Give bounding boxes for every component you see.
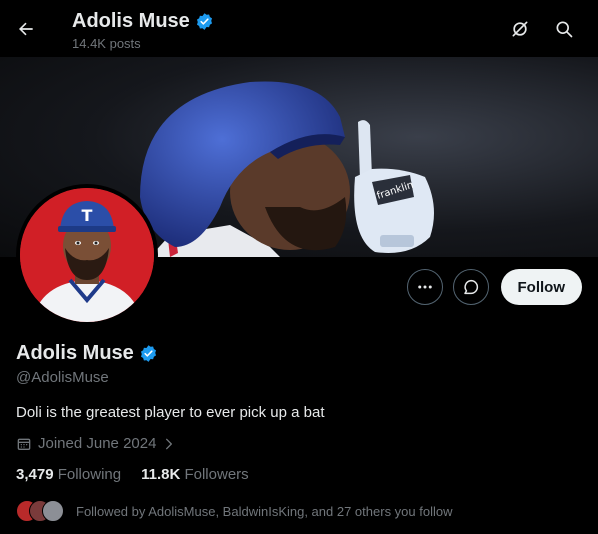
avatar-image: T [20, 188, 154, 322]
post-count: 14.4K posts [72, 36, 141, 51]
header-name: Adolis Muse [72, 10, 190, 32]
verified-badge-icon[interactable] [139, 344, 158, 363]
arrow-left-icon [19, 22, 33, 36]
profile-handle: @AdolisMuse [16, 369, 109, 386]
joined-label: Joined June 2024 [38, 435, 157, 452]
follow-stats: 3,479 Following 11.8K Followers [16, 466, 582, 483]
more-button[interactable] [406, 269, 443, 305]
more-icon [417, 285, 432, 289]
mutual-avatars [16, 500, 64, 522]
following-label: Following [57, 466, 122, 483]
followers-link[interactable]: 11.8K Followers [141, 466, 249, 483]
grok-button[interactable] [509, 18, 531, 40]
profile-name: Adolis Muse [16, 342, 134, 364]
followers-label: Followers [184, 466, 249, 483]
followers-count: 11.8K [141, 466, 181, 483]
back-button[interactable] [12, 15, 40, 43]
profile-info: Adolis Muse @AdolisMuse Doli is the grea… [16, 342, 582, 522]
search-button[interactable] [553, 18, 575, 40]
following-count: 3,479 [16, 466, 54, 483]
followed-by[interactable]: Followed by AdolisMuse, BaldwinIsKing, a… [16, 500, 582, 522]
top-bar: Adolis Muse 14.4K posts [0, 0, 598, 57]
joined-date[interactable]: Joined June 2024 [16, 435, 582, 452]
mutual-avatar [42, 500, 64, 522]
grok-icon [512, 21, 528, 37]
followed-by-text: Followed by AdolisMuse, BaldwinIsKing, a… [76, 503, 453, 519]
svg-text:T: T [82, 206, 93, 225]
verified-badge-icon [196, 13, 212, 30]
profile-bio: Doli is the greatest player to ever pick… [16, 404, 325, 421]
following-link[interactable]: 3,479 Following [16, 466, 121, 483]
search-icon [556, 21, 573, 38]
header-titles: Adolis Muse 14.4K posts [72, 10, 214, 51]
message-icon [463, 279, 478, 295]
profile-actions: Follow [406, 269, 582, 305]
chevron-right-icon [166, 438, 173, 449]
calendar-icon [17, 438, 31, 450]
avatar[interactable]: T [16, 184, 158, 326]
follow-button[interactable]: Follow [500, 269, 582, 305]
message-button[interactable] [452, 269, 489, 305]
